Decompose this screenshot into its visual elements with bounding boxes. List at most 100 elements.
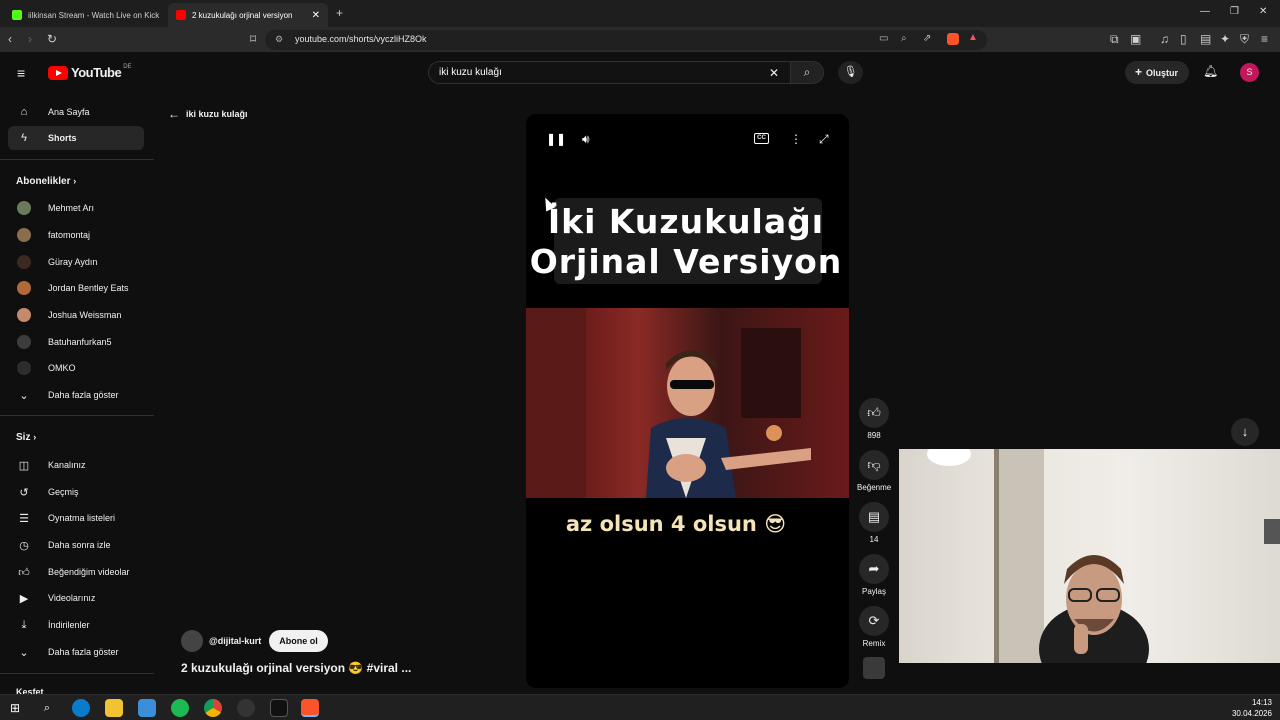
remix-button[interactable]: ⟳ Remix	[857, 606, 891, 648]
search-input[interactable]: iki kuzu kulağı ✕	[428, 61, 790, 84]
close-window-icon[interactable]: ✕	[1259, 6, 1267, 17]
channel-name[interactable]: @dijital-kurt	[209, 636, 261, 646]
sidebar-item-shorts[interactable]: ϟ Shorts	[8, 126, 144, 150]
tab-youtube[interactable]: 2 kuzukulağı orjinal versiyon ✕	[168, 3, 328, 27]
channel-avatar[interactable]	[181, 630, 203, 652]
arrow-down-icon: ↓	[1241, 424, 1249, 439]
subscribe-button[interactable]: Abone ol	[269, 630, 328, 652]
short-title[interactable]: 2 kuzukulağı orjinal versiyon 😎 #viral .…	[181, 661, 411, 675]
close-icon[interactable]: ✕	[312, 10, 320, 21]
show-more-you[interactable]: ⌄ Daha fazla göster	[8, 640, 144, 664]
file-explorer-icon[interactable]	[105, 699, 123, 717]
browser-toolbar: ‹ › ↻ ⌑ ⚙ youtube.com/shorts/vyczliHZ8Ok…	[0, 27, 1280, 53]
minimize-icon[interactable]: —	[1200, 6, 1210, 17]
brave-shield-icon[interactable]	[947, 33, 959, 45]
kick-icon	[12, 10, 22, 20]
spotify-icon[interactable]	[171, 699, 189, 717]
dislike-button[interactable]: 👎︎ Beğenme	[857, 450, 891, 492]
tab-kick[interactable]: iilkinsan Stream - Watch Live on Kick	[4, 3, 164, 27]
sidebar-toggle-icon[interactable]: ▯	[1180, 32, 1187, 46]
sidebar-item-label: Oynatma listeleri	[48, 513, 116, 523]
media-icon[interactable]: ♫	[1160, 32, 1169, 46]
sidebar-item-channel[interactable]: Batuhanfurkan5	[8, 330, 144, 354]
captions-icon[interactable]: CC	[754, 133, 769, 144]
voice-search-button[interactable]: 🎙	[838, 61, 863, 84]
zoom-icon[interactable]: ⌕	[901, 33, 907, 44]
sidebar-item-label: Daha sonra izle	[48, 540, 111, 550]
like-button[interactable]: 👍︎ 898	[857, 398, 891, 440]
tab-label: 2 kuzukulağı orjinal versiyon	[192, 10, 293, 20]
sidebar-item-channel[interactable]: OMKO	[8, 356, 144, 380]
brave-rewards-icon[interactable]: ▲	[968, 32, 978, 43]
more-options-icon[interactable]: ⋮	[790, 132, 802, 146]
site-info-icon[interactable]: ⚙	[275, 34, 283, 45]
fullscreen-icon[interactable]: ⤢	[819, 132, 829, 147]
sidebar-item-your-channel[interactable]: ◫ Kanalınız	[8, 453, 144, 477]
notifications-bell-icon[interactable]: 🔔︎	[1203, 64, 1218, 78]
subscriptions-header[interactable]: Abonelikler ›	[16, 176, 76, 187]
next-short-button[interactable]: ↓	[1231, 418, 1259, 446]
sidebar-item-channel[interactable]: Joshua Weissman	[8, 303, 144, 327]
leo-icon[interactable]: ✦	[1220, 32, 1230, 46]
menu-icon[interactable]: ≡	[1261, 32, 1268, 46]
sidebar-item-watch-later[interactable]: ◷ Daha sonra izle	[8, 533, 144, 557]
logo-country: DE	[123, 63, 132, 70]
back-icon[interactable]: ‹	[8, 32, 12, 46]
thumbs-up-icon: 👍︎	[859, 398, 889, 428]
brave-icon[interactable]	[301, 699, 319, 717]
new-tab-button[interactable]: +	[336, 6, 343, 20]
hamburger-menu-icon[interactable]: ≡	[17, 65, 25, 81]
sidebar-item-label: fatomontaj	[48, 230, 91, 240]
clear-search-icon[interactable]: ✕	[769, 66, 779, 80]
bookmark-icon[interactable]: ⌑	[250, 32, 256, 46]
sidebar-item-liked-videos[interactable]: 👍︎ Beğendiğim videolar	[8, 560, 144, 584]
cast-icon[interactable]: ▭	[879, 33, 888, 44]
sound-thumbnail[interactable]	[863, 657, 885, 679]
windows-start-icon[interactable]: ⊞	[6, 699, 24, 717]
address-bar[interactable]: ⚙ youtube.com/shorts/vyczliHZ8Ok ▭ ⌕ ⇗ ▲	[265, 30, 987, 50]
sidebar-item-your-videos[interactable]: ▶ Videolarınız	[8, 586, 144, 610]
account-avatar[interactable]: S	[1240, 63, 1259, 82]
store-icon[interactable]	[138, 699, 156, 717]
sidebar-item-label: Mehmet Arı	[48, 203, 95, 213]
share-page-icon[interactable]: ⇗	[923, 33, 931, 44]
forward-icon[interactable]: ›	[28, 32, 32, 46]
sidebar-item-channel[interactable]: Mehmet Arı	[8, 196, 144, 220]
extensions-icon[interactable]: ⧉	[1110, 32, 1119, 46]
thumbs-down-icon: 👎︎	[859, 450, 889, 480]
share-icon: ➦	[859, 554, 889, 584]
sidebar-item-home[interactable]: ⌂ Ana Sayfa	[8, 100, 144, 124]
youtube-logo[interactable]: YouTube DE	[48, 63, 132, 80]
chrome-icon[interactable]	[204, 699, 222, 717]
sidebar-item-channel[interactable]: Jordan Bentley Eats	[8, 276, 144, 300]
shorts-player[interactable]: ❚❚ 🔊︎ CC ⋮ ⤢ İki Kuzukulağı Orjinal Vers…	[526, 114, 849, 688]
sidebar-item-playlists[interactable]: ☰ Oynatma listeleri	[8, 506, 144, 530]
share-button[interactable]: ➦ Paylaş	[857, 554, 891, 596]
wallet2-icon[interactable]: ▤	[1200, 32, 1211, 46]
sidebar-item-label: Batuhanfurkan5	[48, 337, 112, 347]
system-clock[interactable]: 14:13 30.04.2026	[1232, 697, 1272, 719]
channel-avatar	[17, 361, 31, 375]
sidebar-item-history[interactable]: ↺ Geçmiş	[8, 480, 144, 504]
obs-icon[interactable]	[237, 699, 255, 717]
sidebar-item-label: Joshua Weissman	[48, 310, 122, 320]
restore-icon[interactable]: ❐	[1230, 6, 1239, 17]
pause-icon[interactable]: ❚❚	[546, 132, 566, 146]
sidebar-item-downloads[interactable]: ⤓ İndirilenler	[8, 613, 144, 637]
like-count: 898	[867, 431, 881, 440]
comments-button[interactable]: ▤ 14	[857, 502, 891, 544]
reload-icon[interactable]: ↻	[47, 32, 57, 46]
show-more-subscriptions[interactable]: ⌄ Daha fazla göster	[8, 383, 144, 407]
volume-icon[interactable]: 🔊︎	[582, 132, 590, 147]
search-button[interactable]: ⌕	[790, 61, 824, 84]
edge-icon[interactable]	[72, 699, 90, 717]
back-to-search-button[interactable]: ← iki kuzu kulağı	[168, 107, 248, 121]
wallet-icon[interactable]: ▣	[1130, 32, 1141, 46]
sidebar-item-channel[interactable]: fatomontaj	[8, 223, 144, 247]
sidebar-item-channel[interactable]: Güray Aydın	[8, 250, 144, 274]
search-icon[interactable]: ⌕	[38, 699, 56, 717]
terminal-icon[interactable]	[270, 699, 288, 717]
create-button[interactable]: + Oluştur	[1125, 61, 1189, 84]
you-header[interactable]: Siz ›	[16, 432, 36, 443]
vpn-icon[interactable]: ⛨	[1240, 32, 1249, 46]
